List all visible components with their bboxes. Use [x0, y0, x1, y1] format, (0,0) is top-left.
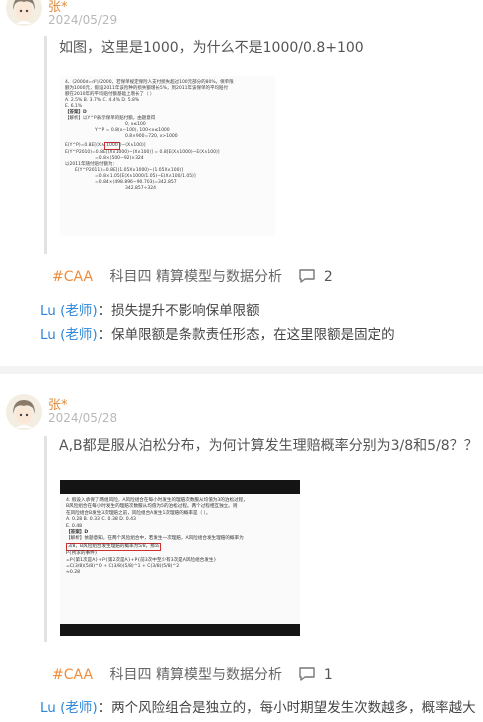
image-line: ≈0.28	[66, 570, 81, 576]
comment-count[interactable]: 1	[324, 667, 333, 683]
category-label[interactable]: 科目四 精算模型与数据分析	[110, 667, 282, 683]
question-block: 如图，这里是1000，为什么不是1000/0.8+100 4、(2000d=d²…	[44, 36, 480, 254]
reply-author[interactable]: Lu (老师)	[40, 303, 98, 319]
comment-icon[interactable]	[298, 268, 316, 288]
question-image[interactable]: 4. 假设入承保了两组风险，A风险组合在每小时发生的理赔次数服从均值为3的泊松过…	[60, 480, 300, 636]
tag-row: #CAA 科目四 精算模型与数据分析 1	[52, 664, 333, 686]
image-line-boxed: 3/8，B风险组合发生理赔的概率为5/8，那么	[66, 542, 294, 552]
image-content: 4. 假设入承保了两组风险，A风险组合在每小时发生的理赔次数服从均值为3的泊松过…	[60, 494, 300, 624]
image-line: 0.8×900=720, x>1000	[125, 134, 178, 139]
question-text: A,B都是服从泊松分布，为何计算发生理赔概率分别为3/8和5/8？？	[59, 438, 478, 454]
reply-text: 两个风险组合是独立的，每小时期望发生次数越多，概率越大	[111, 700, 476, 716]
reply-separator: ：	[97, 303, 112, 319]
reply-separator: ：	[97, 327, 112, 343]
post-date: 2024/05/29	[48, 13, 118, 27]
reply-author[interactable]: Lu (老师)	[40, 327, 98, 343]
question-text: 如图，这里是1000，为什么不是1000/0.8+100	[59, 40, 364, 56]
tag-row: #CAA 科目四 精算模型与数据分析 2	[52, 266, 333, 288]
post-1: 张* 2024/05/29 如图，这里是1000，为什么不是1000/0.8+1…	[0, 0, 483, 366]
tag-caa[interactable]: #CAA	[52, 667, 93, 683]
post-date: 2024/05/28	[48, 411, 118, 425]
reply-author[interactable]: Lu (老师)	[40, 700, 98, 716]
highlight-box: 3/8，B风险组合发生理赔的概率为5/8，那么	[66, 542, 162, 552]
reply-2: Lu (老师)：保单限额是条款责任形态，在这里限额是固定的	[40, 323, 395, 343]
avatar-icon[interactable]	[6, 394, 42, 430]
post-2: 张* 2024/05/28 A,B都是服从泊松分布，为何计算发生理赔概率分别为3…	[0, 374, 483, 722]
reply-1: Lu (老师)：两个风险组合是独立的，每小时期望发生次数越多，概率越大	[40, 696, 476, 716]
question-block: A,B都是服从泊松分布，为何计算发生理赔概率分别为3/8和5/8？？ 4. 假设…	[44, 436, 480, 642]
question-image[interactable]: 4、(2000d=d²)/2000，若保单规定保险人支付损失超过100元部分的8…	[60, 76, 275, 236]
image-line-boxed: E(Y^P)=0.8E[(X∧ 1000)−(X∧100)]	[65, 142, 146, 150]
comment-icon[interactable]	[298, 666, 316, 686]
tag-caa[interactable]: #CAA	[52, 269, 93, 285]
reply-text: 损失提升不影响保单限额	[111, 303, 260, 319]
post-divider	[0, 366, 483, 374]
avatar-icon[interactable]	[6, 0, 42, 26]
reply-separator: ：	[97, 700, 112, 716]
highlight-box: 1000	[104, 142, 120, 150]
image-line: 342.857÷324	[125, 186, 156, 191]
reply-text: 保单限额是条款责任形态，在这里限额是固定的	[111, 327, 395, 343]
reply-1: Lu (老师)：损失提升不影响保单限额	[40, 299, 260, 319]
comment-count[interactable]: 2	[324, 269, 333, 285]
category-label[interactable]: 科目四 精算模型与数据分析	[110, 269, 282, 285]
